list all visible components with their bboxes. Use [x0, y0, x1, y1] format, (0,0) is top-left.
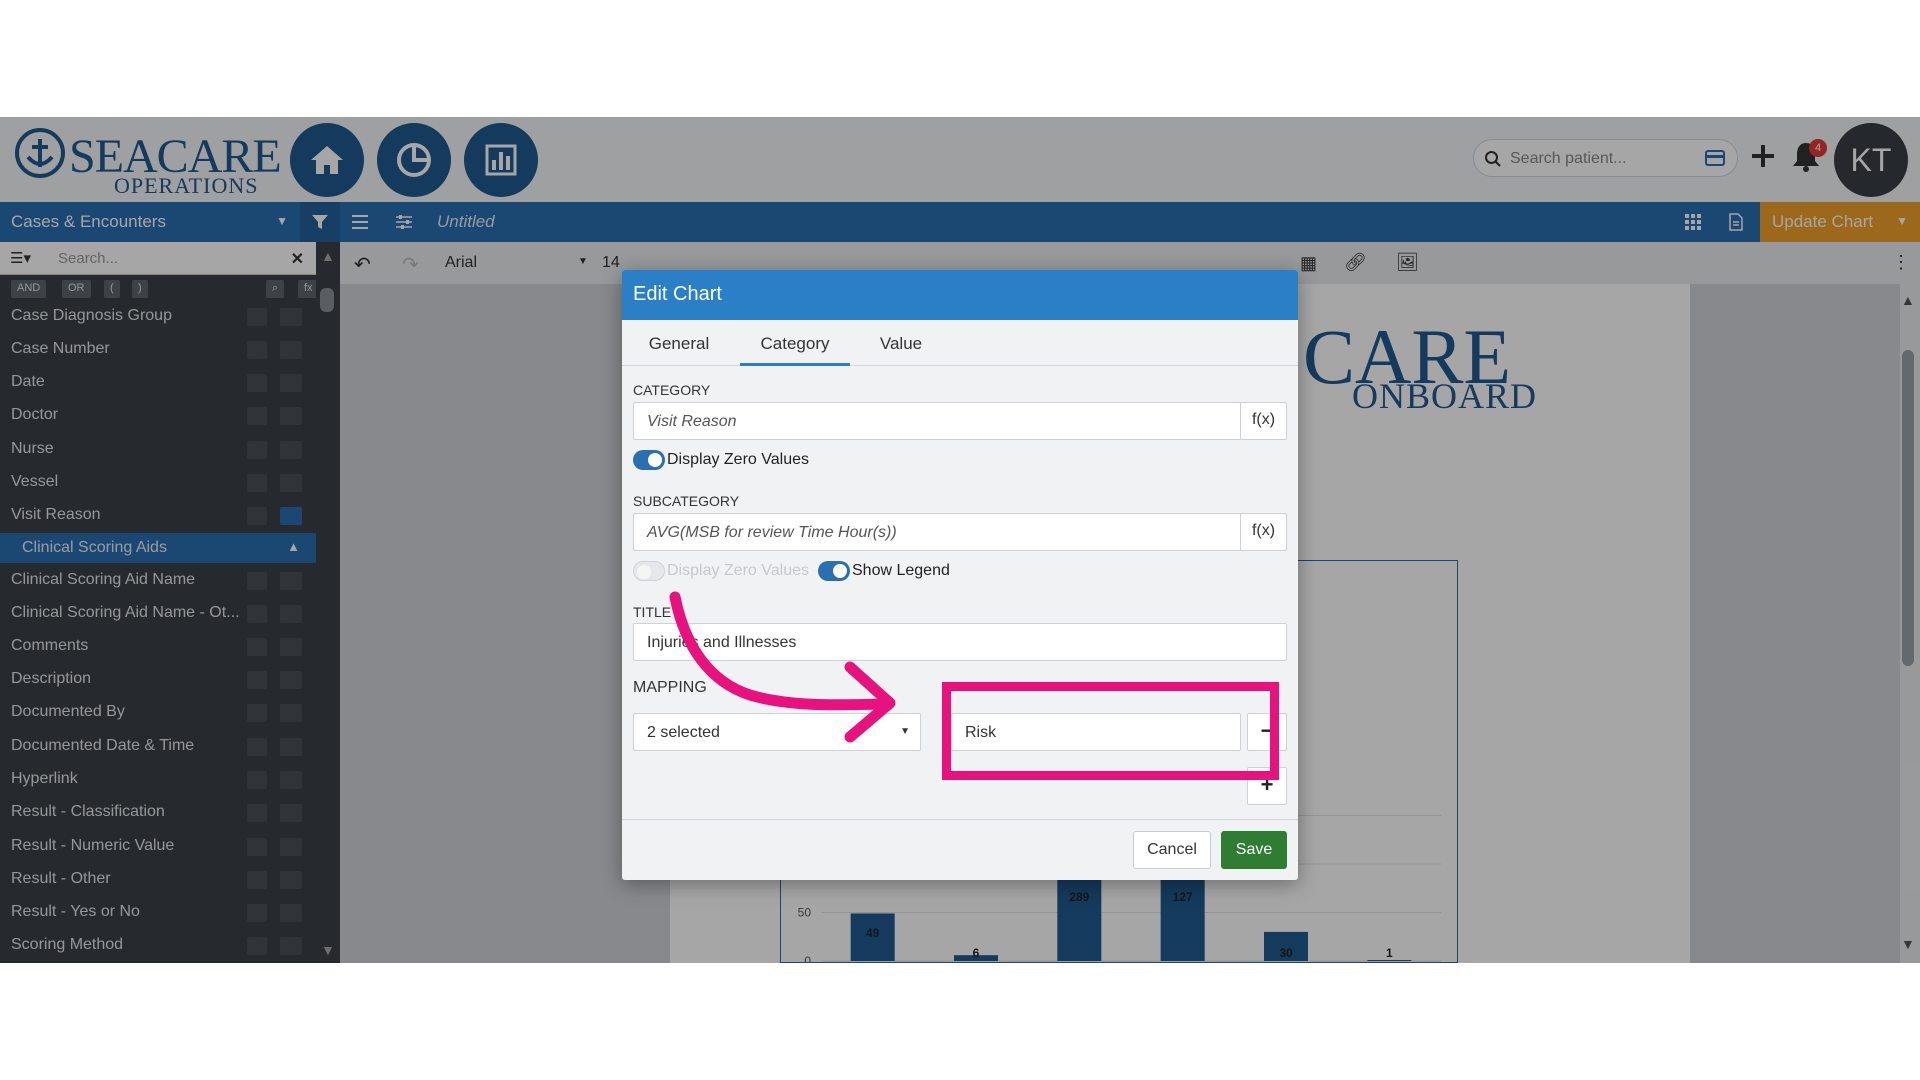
fx-button[interactable]: f(x)	[1240, 403, 1286, 439]
arrow-annotation-icon	[669, 591, 896, 743]
dialog-header: Edit Chart	[622, 270, 1298, 320]
subcategory-label: SUBCATEGORY	[633, 493, 740, 509]
display-zero-values-label: Display Zero Values	[667, 451, 809, 468]
tab-value[interactable]: Value	[866, 320, 936, 366]
cancel-button[interactable]: Cancel	[1133, 831, 1211, 869]
save-button[interactable]: Save	[1221, 831, 1287, 869]
display-zero-values-toggle-disabled: Display Zero Values	[633, 559, 813, 583]
display-zero-values-toggle[interactable]: Display Zero Values	[633, 448, 833, 472]
fx-button[interactable]: f(x)	[1240, 514, 1286, 550]
category-label: CATEGORY	[633, 382, 711, 398]
tab-general[interactable]: General	[634, 320, 724, 366]
chevron-down-icon: ▼	[900, 726, 910, 737]
show-legend-toggle[interactable]: Show Legend	[818, 559, 978, 583]
dialog-footer-divider	[622, 819, 1298, 820]
show-legend-label: Show Legend	[852, 562, 950, 579]
toggle-switch-on[interactable]	[633, 450, 665, 470]
highlight-annotation	[942, 682, 1279, 780]
toggle-switch-on[interactable]	[818, 561, 850, 581]
app-window: SEACARE OPERATIONS Search patient... 4 K…	[0, 117, 1920, 963]
subcategory-input[interactable]: AVG(MSB for review Time Hour(s)) f(x)	[633, 513, 1287, 551]
display-zero-values-label: Display Zero Values	[667, 562, 809, 579]
tab-category[interactable]: Category	[740, 320, 850, 366]
category-input[interactable]: Visit Reason f(x)	[633, 402, 1287, 440]
subcategory-value: AVG(MSB for review Time Hour(s))	[647, 524, 897, 541]
dialog-tabs: General Category Value	[622, 320, 1298, 366]
edit-chart-dialog: Edit Chart General Category Value CATEGO…	[622, 270, 1298, 880]
category-value: Visit Reason	[647, 413, 737, 430]
toggle-switch-off	[633, 561, 665, 581]
dialog-title: Edit Chart	[633, 283, 722, 305]
